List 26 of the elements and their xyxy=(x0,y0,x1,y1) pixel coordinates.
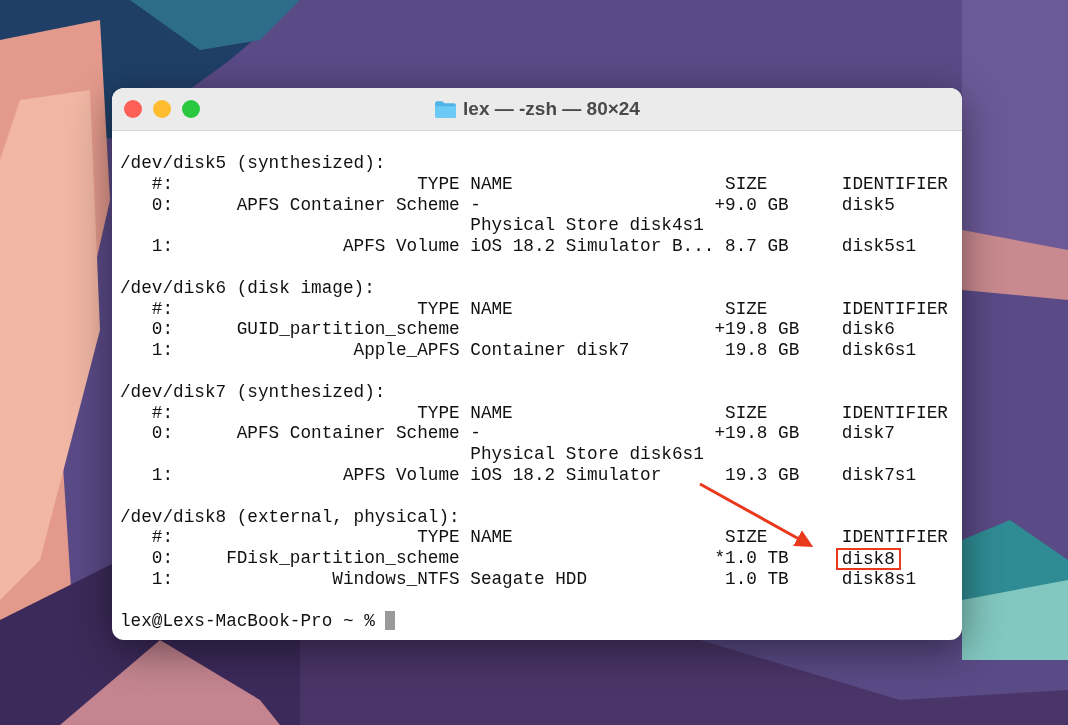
highlighted-identifier: disk8 xyxy=(835,547,901,570)
window-title: lex — -zsh — 80×24 xyxy=(463,98,640,120)
terminal-line: 1: Windows_NTFS Seagate HDD 1.0 TB disk8s1 xyxy=(150,568,917,590)
terminal-line: /dev/disk6 (disk image): xyxy=(120,277,376,299)
terminal-line: 0: FDisk_partition_scheme *1.0 TB xyxy=(150,548,789,569)
folder-icon xyxy=(434,99,458,119)
terminal-line: Physical Store disk6s1 xyxy=(469,444,704,465)
terminal-line: 0: APFS Container Scheme - +9.0 GB disk5 xyxy=(150,194,895,216)
terminal-line: #: TYPE NAME SIZE IDENTIFIER xyxy=(150,298,948,320)
zoom-button[interactable] xyxy=(182,100,200,118)
terminal-line: 1: Apple_APFS Container disk7 19.8 GB disk6s1 xyxy=(150,340,917,361)
minimize-button[interactable] xyxy=(153,100,171,118)
terminal-line: /dev/disk5 (synthesized): xyxy=(120,153,387,174)
terminal-line: /dev/disk8 (external, physical): xyxy=(120,506,461,528)
terminal-line: Physical Store disk4s1 xyxy=(469,215,704,237)
text-cursor xyxy=(384,611,395,631)
terminal-line: #: TYPE NAME SIZE IDENTIFIER xyxy=(150,173,948,195)
terminal-line: 1: APFS Volume iOS 18.2 Simulator B... 8.7 GB disk5s1 xyxy=(150,236,917,257)
terminal-line: #: TYPE NAME SIZE IDENTIFIER xyxy=(150,402,948,424)
terminal-line: #: TYPE NAME SIZE IDENTIFIER xyxy=(150,527,948,549)
shell-prompt: lex@Lexs-MacBook-Pro ~ % xyxy=(120,610,375,632)
close-button[interactable] xyxy=(124,100,142,118)
terminal-line: 1: APFS Volume iOS 18.2 Simulator 19.3 GB disk7s1 xyxy=(150,464,917,486)
terminal-line: 0: GUID_partition_scheme +19.8 GB disk6 xyxy=(150,319,895,341)
terminal-line: /dev/disk7 (synthesized): xyxy=(120,381,387,403)
terminal-line: 0: APFS Container Scheme - +19.8 GB disk7 xyxy=(150,423,895,445)
